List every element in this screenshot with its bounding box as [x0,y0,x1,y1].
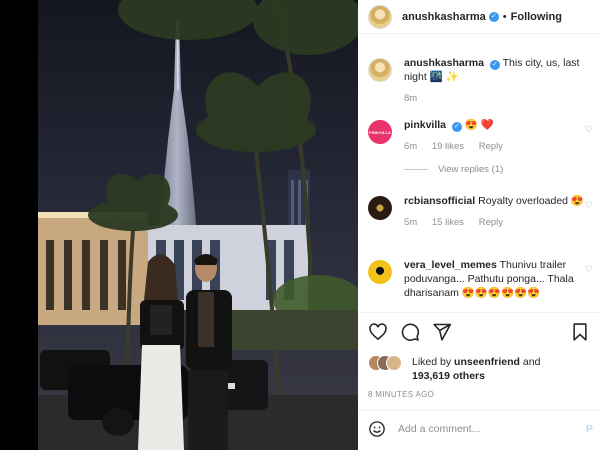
comment-like-icon[interactable]: ♡ [585,124,593,135]
liked-by-username[interactable]: unseenfriend [454,356,520,368]
divider [358,312,600,313]
likes-prefix: Liked by [412,356,455,368]
comment-icon[interactable] [400,322,420,342]
modal-backdrop[interactable] [0,0,38,450]
caption-time[interactable]: 8m [404,93,417,104]
comment-text: 😍 ❤️ [464,119,494,131]
comment-likes[interactable]: 15 likes [432,217,464,228]
separator-dot: • [502,10,507,23]
following-button[interactable]: Following [511,11,562,23]
likes-count[interactable]: 193,619 others [412,370,485,382]
post-header: anushkasharma ✓ • Following [358,0,600,34]
post-photo[interactable] [38,0,358,450]
comment-like-icon[interactable]: ♡ [585,264,593,275]
commenter-username[interactable]: pinkvilla [404,119,446,131]
action-bar [368,322,452,342]
comment-like-icon[interactable]: ♡ [585,200,593,211]
comment-input[interactable]: Add a comment... [398,423,480,435]
commenter-username[interactable]: vera_level_memes [404,259,497,271]
likes-joiner: and [519,356,541,368]
comment-item: PINKVILLA pinkvilla ✓ 😍 ❤️ 6m 19 likes R… [368,118,593,154]
view-replies-button[interactable]: View replies (1) [404,164,503,175]
caption-username[interactable]: anushkasharma [404,57,484,69]
comment-item: vera_level_memes Thunivu trailer poduvan… [368,258,593,300]
commenter-username[interactable]: rcbiansofficial [404,195,475,207]
post-timestamp[interactable]: 8 MINUTES AGO [368,390,434,399]
share-icon[interactable] [432,322,452,342]
verified-icon: ✓ [489,60,500,70]
photo-image [38,0,358,450]
post-button[interactable]: P [586,423,593,435]
comment-text: Royalty overloaded 😍 [478,195,585,207]
liker-avatars[interactable] [368,355,404,373]
reply-button[interactable]: Reply [479,217,503,228]
author-avatar[interactable] [368,4,392,29]
commenter-avatar[interactable] [368,260,392,284]
comment-time[interactable]: 6m [404,141,417,152]
likes-summary: Liked by unseenfriend and 193,619 others [368,355,540,383]
verified-icon: ✓ [451,122,462,132]
comment-item: rcbiansofficial Royalty overloaded 😍 5m … [368,194,593,230]
avatar-label: PINKVILLA [368,129,391,135]
add-comment-bar: Add a comment... P [368,420,593,438]
reply-button[interactable]: Reply [479,141,503,152]
save-icon[interactable] [570,322,590,342]
post-sidebar: anushkasharma ✓ • Following anushkasharm… [358,0,600,450]
post-modal: anushkasharma ✓ • Following anushkasharm… [0,0,600,450]
replies-line [404,168,428,170]
caption-avatar[interactable] [368,58,392,82]
author-username[interactable]: anushkasharma [402,11,486,23]
verified-icon: ✓ [488,11,499,22]
commenter-avatar[interactable] [368,196,392,220]
commenter-avatar[interactable]: PINKVILLA [368,120,392,144]
comment-time[interactable]: 5m [404,217,417,228]
emoji-icon[interactable] [368,420,386,438]
view-replies-label: View replies (1) [438,164,504,175]
divider [358,410,600,411]
comments-list[interactable]: anushkasharma ✓ This city, us, last nigh… [358,44,600,312]
comment-likes[interactable]: 19 likes [432,141,464,152]
post-caption: anushkasharma ✓ This city, us, last nigh… [368,56,593,106]
heart-icon[interactable] [368,322,388,342]
liker-avatar [386,355,402,371]
